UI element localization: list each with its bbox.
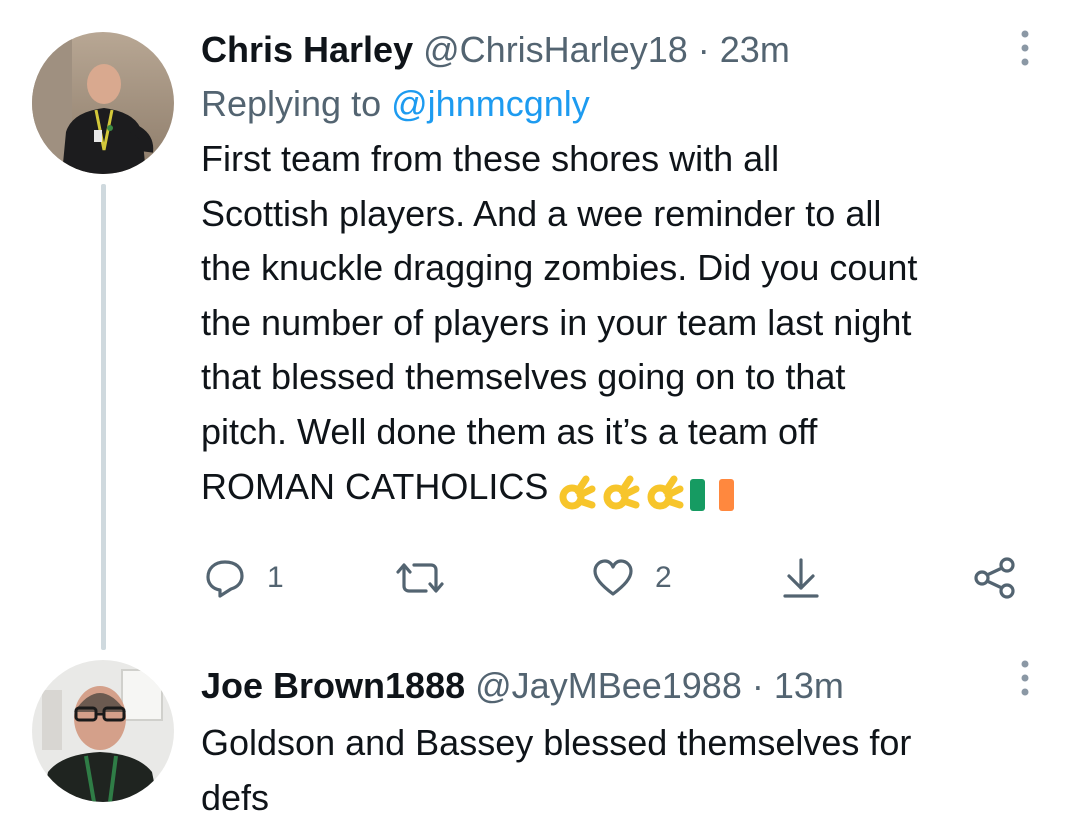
- tweet-header: Chris Harley @ChrisHarley18 · 23m: [201, 24, 1044, 76]
- tweet[interactable]: Joe Brown1888 @JayMBee1988 · 13m Goldson…: [0, 660, 1080, 839]
- thread-line: [101, 184, 106, 650]
- display-name[interactable]: Joe Brown1888: [201, 665, 465, 706]
- tweet-content: Chris Harley @ChrisHarley18 · 23m Replyi…: [201, 24, 1044, 520]
- more-vertical-icon[interactable]: [1020, 660, 1030, 696]
- user-handle[interactable]: @JayMBee1988: [475, 665, 742, 706]
- tweet-actions: 1 2: [201, 554, 1041, 602]
- download-button[interactable]: [781, 554, 821, 602]
- retweet-button[interactable]: [396, 554, 444, 602]
- tweet-text: Goldson and Bassey blessed themselves fo…: [201, 722, 912, 818]
- like-count: 2: [655, 561, 672, 594]
- tweet-text-content: First team from these shores with all Sc…: [201, 138, 918, 507]
- retweet-icon: [396, 563, 444, 593]
- more-vertical-icon[interactable]: [1020, 30, 1030, 66]
- replying-to: Replying to @jhnmcgnly: [201, 76, 1044, 132]
- reply-count: 1: [267, 561, 284, 594]
- avatar[interactable]: [32, 660, 174, 802]
- separator: ·: [751, 665, 764, 706]
- tweet-content: Joe Brown1888 @JayMBee1988 · 13m Goldson…: [201, 660, 1044, 825]
- like-button[interactable]: 2: [591, 554, 672, 602]
- avatar[interactable]: [32, 32, 174, 174]
- emoji-group: [558, 466, 738, 521]
- timestamp[interactable]: 23m: [720, 29, 790, 70]
- reply-button[interactable]: 1: [203, 554, 284, 602]
- share-button[interactable]: [973, 554, 1017, 602]
- ok-hand-emoji: [647, 475, 684, 510]
- ok-hand-emoji: [559, 475, 596, 510]
- reply-icon: [206, 560, 244, 598]
- display-name[interactable]: Chris Harley: [201, 29, 413, 70]
- download-icon: [783, 558, 819, 598]
- ok-hand-emoji: [603, 475, 640, 510]
- user-handle[interactable]: @ChrisHarley18: [423, 29, 688, 70]
- tweet-text: First team from these shores with all Sc…: [201, 132, 1044, 520]
- replying-to-handle[interactable]: @jhnmcgnly: [391, 83, 590, 124]
- tweet-header: Joe Brown1888 @JayMBee1988 · 13m: [201, 660, 1044, 712]
- like-icon: [593, 559, 633, 596]
- tweet[interactable]: Chris Harley @ChrisHarley18 · 23m Replyi…: [0, 0, 1080, 660]
- timestamp[interactable]: 13m: [774, 665, 844, 706]
- share-icon: [974, 557, 1015, 599]
- ireland-flag-emoji: [690, 479, 735, 512]
- replying-to-label: Replying to: [201, 83, 382, 124]
- separator: ·: [697, 29, 710, 70]
